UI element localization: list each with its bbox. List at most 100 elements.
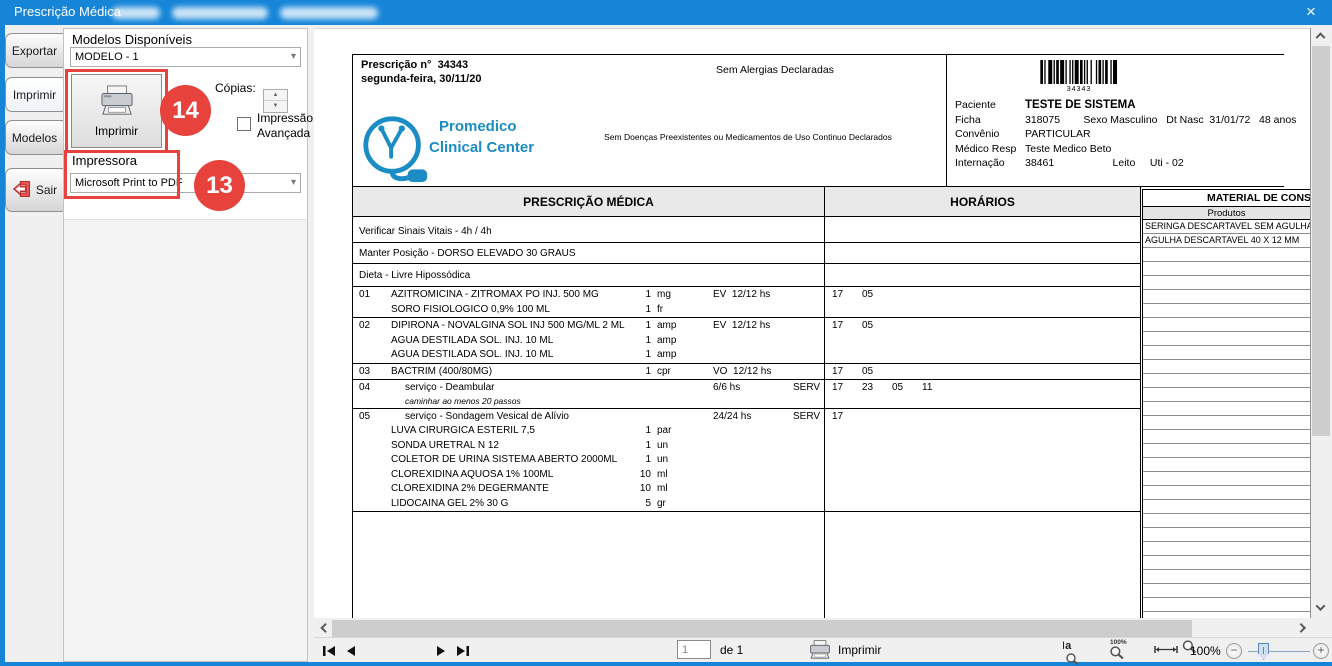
clinic-logo-icon	[359, 110, 433, 187]
prescription-line: Verificar Sinais Vitais - 4h / 4h	[353, 225, 824, 240]
window-title: Prescrição Médica	[14, 4, 121, 19]
material-row	[1143, 458, 1310, 472]
scroll-up-icon[interactable]	[1312, 28, 1328, 45]
zoom-slider-thumb[interactable]	[1258, 643, 1269, 660]
toolbar-print-label[interactable]: Imprimir	[838, 643, 881, 657]
material-row	[1143, 514, 1310, 528]
material-row	[1143, 430, 1310, 444]
material-row	[1143, 570, 1310, 584]
prescription-line: caminhar ao menos 20 passos	[353, 396, 824, 408]
material-row	[1143, 416, 1310, 430]
tab-label: Sair	[36, 183, 57, 197]
scroll-right-icon[interactable]	[1294, 620, 1310, 637]
page-number-input[interactable]	[677, 640, 711, 659]
horizontal-scrollbar[interactable]	[314, 620, 1310, 637]
last-page-button[interactable]	[456, 644, 472, 657]
material-row	[1143, 346, 1310, 360]
material-row	[1143, 402, 1310, 416]
sidebar-tab-sair[interactable]: Sair	[5, 168, 64, 212]
material-row	[1143, 500, 1310, 514]
prescription-item: Dieta - Livre Hipossódica	[353, 264, 1140, 287]
text-zoom-icon[interactable]: Ia	[1062, 640, 1079, 666]
material-row	[1143, 472, 1310, 486]
next-page-button[interactable]	[436, 644, 452, 657]
previous-page-button[interactable]	[344, 644, 360, 657]
zoom-in-button[interactable]: +	[1313, 643, 1329, 659]
material-subheader: Produtos	[1143, 206, 1310, 220]
vertical-scrollbar[interactable]	[1310, 28, 1330, 618]
horarios-cell: 1705	[825, 318, 1140, 363]
printer-label: Impressora	[72, 153, 137, 168]
copies-label: Cópias:	[215, 81, 256, 95]
prescription-item: Manter Posição - DORSO ELEVADO 30 GRAUS	[353, 243, 1140, 264]
material-row	[1143, 262, 1310, 276]
scroll-down-icon[interactable]	[1312, 601, 1328, 618]
sidebar-tab-modelos[interactable]: Modelos	[5, 120, 64, 155]
horarios-cell	[825, 217, 1140, 242]
horarios-cell: 1705	[825, 364, 1140, 380]
sidebar-tab-exportar[interactable]: Exportar	[5, 33, 64, 68]
blurred-title-segment	[172, 7, 268, 19]
toolbar-printer-icon[interactable]	[807, 640, 833, 665]
zoom-slider-track[interactable]	[1248, 651, 1310, 652]
models-available-label: Modelos Disponíveis	[72, 32, 192, 47]
material-rows: SERINGA DESCARTAVEL SEM AGULHAAGULHA DES…	[1143, 220, 1310, 618]
scroll-left-icon[interactable]	[314, 620, 330, 637]
document-preview: Prescrição n° 34343 segunda-feira, 30/11…	[314, 28, 1310, 618]
prescription-line: AGUA DESTILADA SOL. INJ. 10 ML1amp	[353, 348, 824, 363]
material-row	[1143, 612, 1310, 618]
printer-select[interactable]: Microsoft Print to PDF ▾	[70, 173, 301, 193]
window-bottom-border	[0, 662, 1332, 666]
horarios-cell	[825, 243, 1140, 263]
vertical-scroll-thumb[interactable]	[1312, 46, 1330, 436]
zoom-100-icon[interactable]: 100%	[1110, 640, 1127, 664]
material-row	[1143, 374, 1310, 388]
prescription-line: 05serviço - Sondagem Vesical de Alívio24…	[353, 410, 824, 425]
horarios-cell: 17	[825, 409, 1140, 512]
barcode: 34343	[1039, 60, 1119, 93]
material-row: AGULHA DESCARTAVEL 40 X 12 MM	[1143, 234, 1310, 248]
zoom-out-button[interactable]: −	[1226, 643, 1242, 659]
horarios-cell: 17230511	[825, 380, 1140, 408]
app-window: Prescrição Médica × Exportar Imprimir Mo…	[0, 0, 1332, 666]
material-row	[1143, 542, 1310, 556]
horarios-cell	[825, 264, 1140, 286]
chevron-down-icon: ▾	[291, 174, 296, 192]
prescription-header-box: Prescrição n° 34343 segunda-feira, 30/11…	[352, 54, 1284, 187]
annotation-badge-14: 14	[160, 85, 211, 136]
material-row	[1143, 332, 1310, 346]
first-page-button[interactable]	[322, 644, 338, 657]
stepper-up-icon[interactable]: ▲	[264, 90, 287, 101]
panel-empty-area	[64, 219, 307, 661]
advanced-print-label-line2: Avançada	[257, 126, 310, 140]
tab-label: Imprimir	[13, 88, 56, 102]
prescription-item: 02DIPIRONA - NOVALGINA SOL INJ 500 MG/ML…	[353, 318, 1140, 364]
material-row	[1143, 318, 1310, 332]
tab-label: Exportar	[12, 44, 57, 58]
material-row	[1143, 556, 1310, 570]
horizontal-scroll-thumb[interactable]	[332, 620, 1192, 637]
advanced-print-checkbox[interactable]	[237, 117, 251, 131]
material-row	[1143, 486, 1310, 500]
prescription-item: 01AZITROMICINA - ZITROMAX PO INJ. 500 MG…	[353, 287, 1140, 318]
patient-row: ConvênioPARTICULAR	[955, 127, 1296, 142]
prescription-line: 02DIPIRONA - NOVALGINA SOL INJ 500 MG/ML…	[353, 319, 824, 334]
patient-row: Médico RespTeste Medico Beto	[955, 142, 1296, 157]
patient-row: Internação38461 Leito Uti - 02	[955, 156, 1296, 171]
model-select[interactable]: MODELO - 1 ▾	[70, 47, 301, 67]
horarios-column-header: HORÁRIOS	[825, 187, 1140, 216]
clinic-logo-name: Promedico	[439, 118, 517, 135]
material-column: MATERIAL DE CONS Produtos SERINGA DESCAR…	[1142, 189, 1310, 618]
annotation-badge-13: 13	[194, 160, 245, 211]
patient-info: PacienteTESTE DE SISTEMAFicha318075 Sexo…	[955, 98, 1296, 171]
material-row	[1143, 248, 1310, 262]
material-row	[1143, 444, 1310, 458]
page-count-label: de 1	[720, 643, 743, 657]
barcode-value: 34343	[1039, 86, 1119, 93]
copies-stepper[interactable]: ▲ ▼	[263, 89, 288, 113]
close-icon[interactable]: ×	[1300, 1, 1322, 23]
prescription-table-header: PRESCRIÇÃO MÉDICA HORÁRIOS	[353, 187, 1140, 217]
sidebar-tab-imprimir[interactable]: Imprimir	[5, 77, 64, 112]
patient-row: Ficha318075 Sexo Masculino Dt Nasc 31/01…	[955, 113, 1296, 128]
print-button[interactable]: Imprimir	[71, 74, 162, 148]
